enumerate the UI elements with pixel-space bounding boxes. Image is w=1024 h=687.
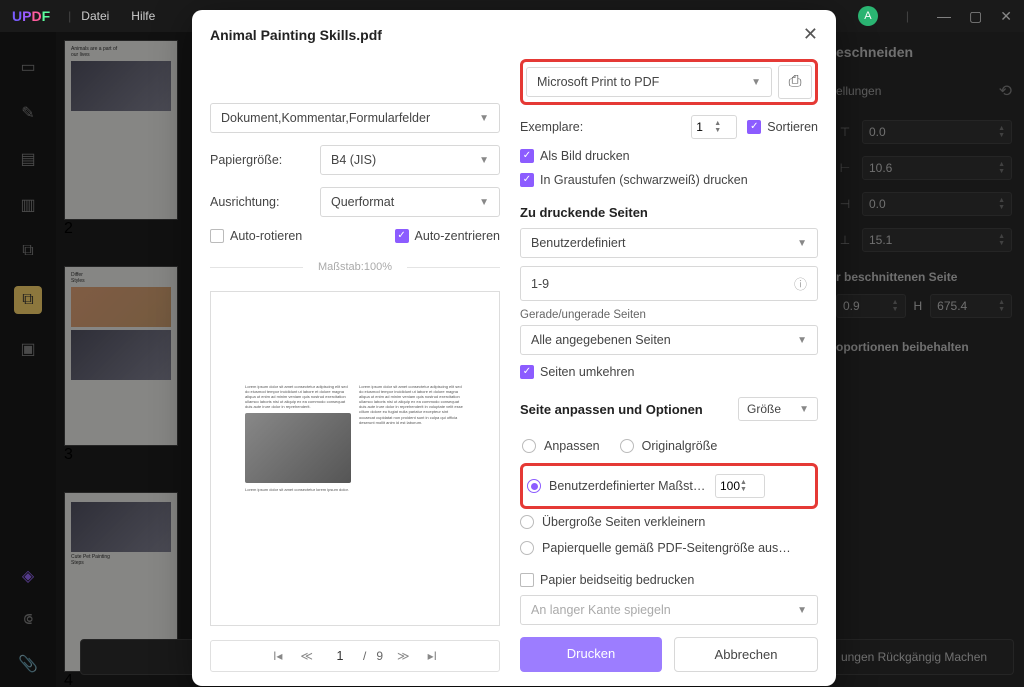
copies-label: Exemplare: [520, 120, 681, 134]
print-dialog: Animal Painting Skills.pdf ✕ Dokument,Ko… [192, 10, 836, 686]
menu-file[interactable]: Datei [81, 9, 109, 23]
radio-papersource[interactable]: Papierquelle gemäß PDF-Seitengröße aus… [520, 541, 818, 555]
chevron-down-icon: ▼ [479, 113, 489, 124]
pager-current-input[interactable] [327, 649, 353, 663]
dialog-close-icon[interactable]: ✕ [803, 24, 818, 45]
copies-input[interactable]: 1▲▼ [691, 115, 737, 139]
pages-mode-select[interactable]: Benutzerdefiniert▼ [520, 228, 818, 258]
collate-checkbox[interactable]: Sortieren [747, 120, 818, 134]
grayscale-checkbox[interactable]: In Graustufen (schwarzweiß) drucken [520, 173, 818, 187]
chevron-down-icon: ▼ [479, 197, 489, 208]
oddeven-label: Gerade/ungerade Seiten [520, 309, 818, 321]
cancel-button[interactable]: Abbrechen [674, 637, 818, 672]
radio-original[interactable]: Originalgröße [620, 439, 718, 453]
printer-icon[interactable]: ⎙ [778, 65, 812, 99]
duplex-mode-select[interactable]: An langer Kante spiegeln▼ [520, 595, 818, 625]
radio-shrink[interactable]: Übergroße Seiten verkleinern [520, 515, 818, 529]
asimage-checkbox[interactable]: Als Bild drucken [520, 149, 818, 163]
radio-custom-scale[interactable]: Benutzerdefinierter Maßstab (… [527, 479, 709, 493]
radio-fit[interactable]: Anpassen [522, 439, 600, 453]
printer-select[interactable]: Microsoft Print to PDF▼ [526, 67, 772, 97]
pages-range-input[interactable]: 1-9ⓘ [520, 266, 818, 301]
info-icon[interactable]: ⓘ [794, 274, 807, 293]
minimize-icon[interactable]: — [937, 8, 951, 24]
orientation-select[interactable]: Querformat▼ [320, 187, 500, 217]
reverse-checkbox[interactable]: Seiten umkehren [520, 365, 818, 379]
chevron-down-icon: ▼ [797, 238, 807, 249]
size-mode-select[interactable]: Größe▼ [738, 397, 818, 421]
chevron-down-icon: ▼ [479, 155, 489, 166]
chevron-down-icon: ▼ [797, 605, 807, 616]
autorotate-checkbox[interactable]: Auto-rotieren [210, 229, 302, 243]
orientation-label: Ausrichtung: [210, 195, 310, 209]
menu-help[interactable]: Hilfe [131, 9, 155, 23]
pager-last-icon[interactable]: ▸I [424, 647, 441, 665]
pages-section-title: Zu druckende Seiten [520, 205, 818, 220]
app-logo: UPDF [12, 8, 50, 24]
chevron-down-icon: ▼ [751, 77, 761, 88]
highlight-scale: Benutzerdefinierter Maßstab (… 100▲▼ [520, 463, 818, 509]
custom-scale-input[interactable]: 100▲▼ [715, 474, 765, 498]
chevron-down-icon: ▼ [797, 335, 807, 346]
maximize-icon[interactable]: ▢ [969, 8, 982, 25]
pager-next-icon[interactable]: ≫ [393, 647, 414, 665]
chevron-down-icon: ▼ [799, 404, 809, 415]
pager-first-icon[interactable]: I◂ [269, 647, 286, 665]
papersize-label: Papiergröße: [210, 153, 310, 167]
highlight-printer: Microsoft Print to PDF▼ ⎙ [520, 59, 818, 105]
oddeven-select[interactable]: Alle angegebenen Seiten▼ [520, 325, 818, 355]
dialog-title: Animal Painting Skills.pdf [210, 27, 382, 43]
pager-prev-icon[interactable]: ≪ [296, 647, 317, 665]
fit-section-title: Seite anpassen und Optionen Größe▼ [520, 397, 818, 421]
avatar[interactable]: A [858, 6, 878, 26]
close-icon[interactable]: ✕ [1000, 8, 1012, 25]
duplex-checkbox[interactable]: Papier beidseitig bedrucken [520, 573, 818, 587]
pager: I◂ ≪ / 9 ≫ ▸I [210, 640, 500, 672]
print-button[interactable]: Drucken [520, 637, 662, 672]
content-select[interactable]: Dokument,Kommentar,Formularfelder▼ [210, 103, 500, 133]
scale-divider: Maßstab:100% [210, 261, 500, 273]
pager-total: 9 [376, 649, 383, 663]
print-preview: Lorem ipsum dolor sit amet consectetur a… [210, 291, 500, 626]
papersize-select[interactable]: B4 (JIS)▼ [320, 145, 500, 175]
autocenter-checkbox[interactable]: Auto-zentrieren [395, 229, 500, 243]
